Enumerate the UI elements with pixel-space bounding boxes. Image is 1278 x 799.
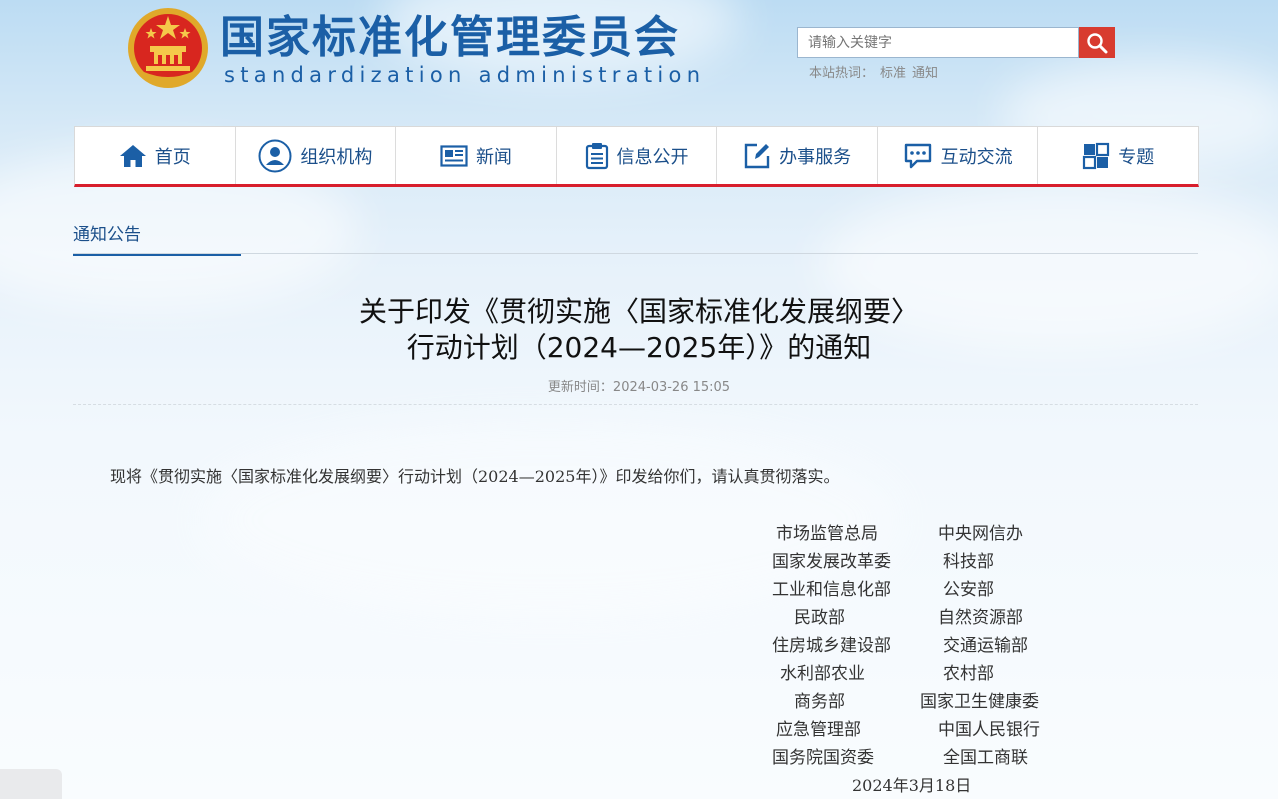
org-name: 应急管理部 [776, 720, 861, 740]
nav-item-label: 组织机构 [300, 146, 373, 168]
site-subtitle: standardization administration [224, 63, 706, 87]
main-nav: 首页 组织机构 新闻 信息公开 办事服务 互动交流 专题 [74, 126, 1199, 187]
article-body: 现将《贯彻实施〈国家标准化发展纲要〉行动计划（2024—2025年）》印发给你们… [110, 467, 840, 486]
nav-item-label: 互动交流 [940, 146, 1013, 168]
search-button[interactable] [1079, 27, 1115, 58]
org-name: 中国人民银行 [938, 720, 1040, 740]
org-name: 水利部农业 [780, 664, 865, 684]
org-name: 公安部 [943, 580, 994, 600]
org-name: 交通运输部 [943, 636, 1028, 656]
org-name: 住房城乡建设部 [772, 636, 891, 656]
home-icon [119, 144, 146, 167]
user-icon [258, 139, 292, 172]
article-title-line: 行动计划（2024—2025年）》的通知 [406, 331, 872, 364]
nav-item-interaction[interactable]: 互动交流 [878, 127, 1039, 184]
article-title-line: 关于印发《贯彻实施〈国家标准化发展纲要〉 [358, 295, 919, 328]
nav-item-info-disclosure[interactable]: 信息公开 [557, 127, 718, 184]
nav-item-news[interactable]: 新闻 [396, 127, 557, 184]
nav-item-label: 首页 [154, 146, 191, 168]
nav-item-home[interactable]: 首页 [75, 127, 236, 184]
newspaper-icon [440, 144, 468, 167]
nav-item-label: 信息公开 [616, 146, 689, 168]
org-name: 农村部 [943, 664, 994, 684]
hot-word-link[interactable]: 通知 [912, 66, 938, 81]
tab-label: 通知公告 [73, 225, 141, 245]
org-name: 国家发展改革委 [772, 552, 891, 572]
org-name: 科技部 [943, 552, 994, 572]
article-title: 关于印发《贯彻实施〈国家标准化发展纲要〉 行动计划（2024—2025年）》的通… [239, 294, 1039, 366]
tab-notices[interactable]: 通知公告 [73, 218, 241, 256]
nav-item-label: 专题 [1118, 146, 1155, 168]
hot-word-link[interactable]: 标准 [880, 66, 906, 81]
search-input[interactable] [798, 28, 1078, 57]
nav-item-label: 办事服务 [779, 146, 852, 168]
org-name: 中央网信办 [938, 524, 1023, 544]
org-name: 全国工商联 [943, 748, 1028, 768]
org-name: 国家卫生健康委 [920, 692, 1039, 712]
nav-item-organization[interactable]: 组织机构 [236, 127, 397, 184]
clipboard-icon [585, 142, 608, 169]
update-time: 更新时间：2024-03-26 15:05 [547, 380, 731, 395]
nav-item-label: 新闻 [475, 146, 512, 168]
org-name: 工业和信息化部 [772, 580, 891, 600]
hot-words: 本站热词： 标准 通知 [809, 62, 944, 81]
national-emblem-icon[interactable] [126, 6, 210, 90]
search-icon [1087, 32, 1108, 53]
org-name: 国务院国资委 [772, 748, 874, 768]
tab-divider [73, 253, 1198, 254]
edit-icon [744, 143, 770, 168]
hot-words-label: 本站热词： [809, 66, 875, 81]
search-field[interactable] [797, 27, 1079, 58]
org-name: 市场监管总局 [776, 524, 878, 544]
site-header: 国家标准化管理委员会 standardization administratio… [0, 0, 1278, 110]
nav-item-services[interactable]: 办事服务 [717, 127, 878, 184]
org-name: 商务部 [794, 692, 845, 712]
topic-icon [1083, 142, 1110, 169]
dashed-divider [73, 404, 1198, 405]
org-name: 民政部 [794, 608, 845, 628]
org-name: 自然资源部 [938, 608, 1023, 628]
issue-date: 2024年3月18日 [852, 776, 972, 795]
nav-item-topics[interactable]: 专题 [1038, 127, 1198, 184]
site-title[interactable]: 国家标准化管理委员会 [220, 12, 680, 64]
floating-side-tab[interactable] [0, 769, 62, 799]
chat-icon [904, 143, 931, 168]
